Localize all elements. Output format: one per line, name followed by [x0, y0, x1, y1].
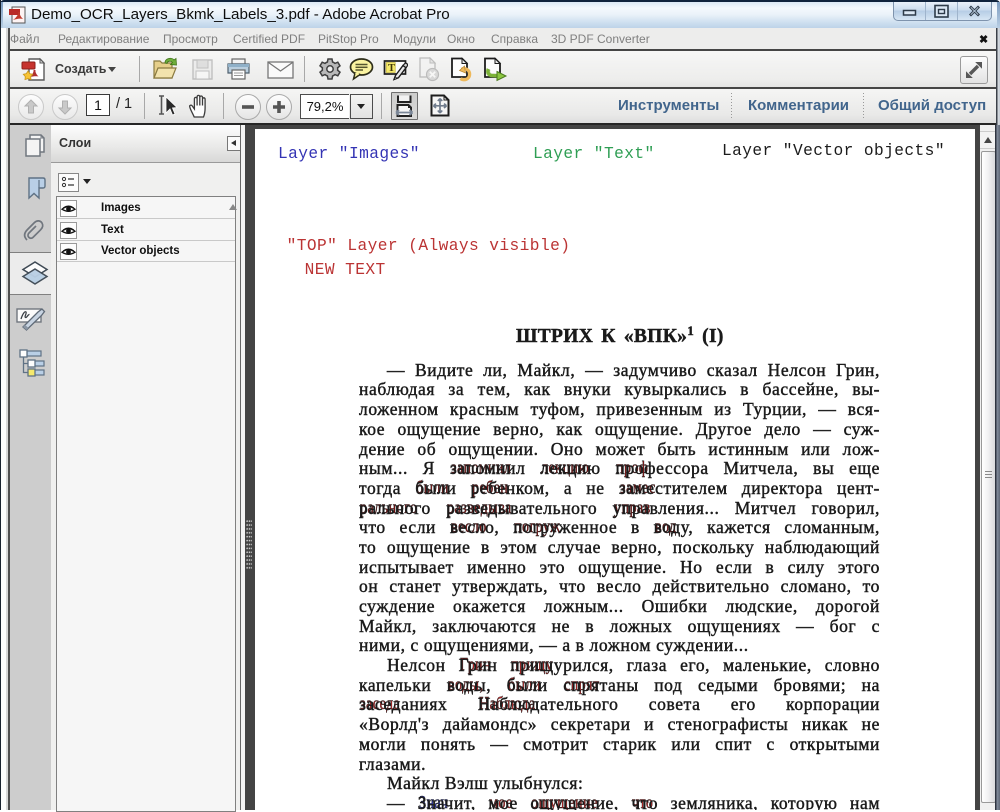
svg-text:T: T: [388, 63, 395, 74]
